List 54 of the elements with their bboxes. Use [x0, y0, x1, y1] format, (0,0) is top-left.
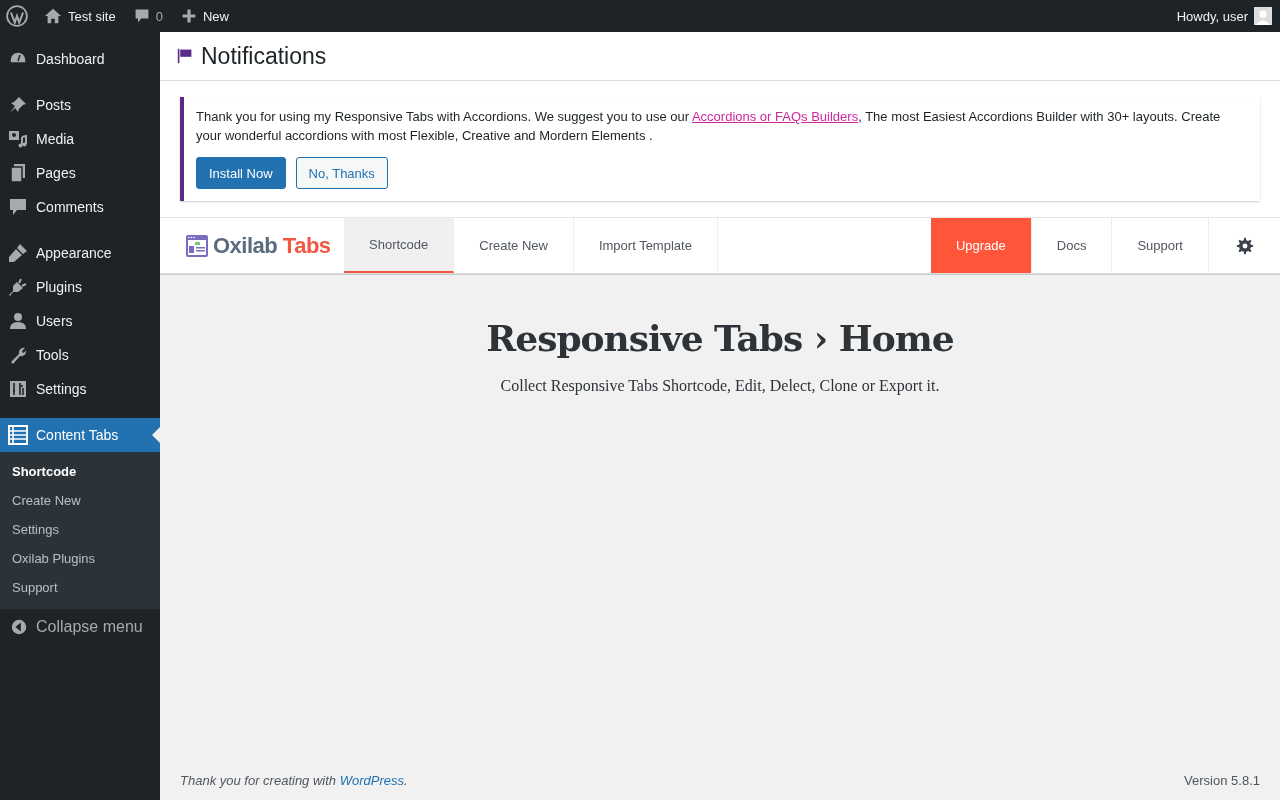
wordpress-logo-icon — [6, 5, 28, 27]
user-icon — [8, 311, 28, 331]
wordpress-link[interactable]: WordPress — [339, 773, 404, 788]
sidebar-item[interactable]: Comments — [0, 190, 160, 224]
sidebar-item[interactable]: Appearance — [0, 236, 160, 270]
sidebar-item[interactable]: Plugins — [0, 270, 160, 304]
sidebar-item[interactable]: Media — [0, 122, 160, 156]
nav-tab[interactable]: Create New — [454, 218, 574, 273]
submenu-item[interactable]: Shortcode — [0, 457, 160, 486]
page-description: Collect Responsive Tabs Shortcode, Edit, Delect, Clone or Export it. — [499, 377, 941, 395]
table-list-icon — [8, 425, 28, 445]
nav-tab[interactable]: Shortcode — [344, 218, 455, 273]
speech-bubble-icon — [133, 8, 150, 24]
submenu-item[interactable]: Create New — [0, 486, 160, 515]
home-icon — [44, 7, 62, 25]
sidebar-item[interactable]: Content Tabs — [0, 418, 160, 452]
plug-icon — [8, 277, 28, 297]
nav-tab[interactable]: Support — [1112, 218, 1209, 273]
nav-tab[interactable]: Import Template — [573, 218, 718, 273]
new-content-link[interactable]: New — [202, 8, 229, 24]
sidebar-item[interactable]: Settings — [0, 372, 160, 406]
flag-icon — [177, 47, 193, 65]
notice-message: Thank you for using my Responsive Tabs with Accordions. We suggest you to use our Accordions or FAQs Builders, The most Easiest Accordions Builder with 30+ layouts. Create your wonderful accordions with most Flexible, Creative and Mordern Elements . — [196, 108, 1222, 145]
install-button[interactable]: Install Now — [196, 157, 286, 189]
site-name-link[interactable]: Test site — [68, 8, 116, 24]
user-greeting[interactable]: Howdy, user — [1176, 8, 1248, 24]
page-title: Notifications — [201, 42, 327, 70]
media-icon — [8, 129, 28, 149]
plus-icon — [180, 8, 197, 24]
paintbrush-icon — [8, 243, 28, 263]
sidebar-item[interactable]: Dashboard — [0, 42, 160, 76]
submenu-item[interactable]: Oxilab Plugins — [0, 544, 160, 573]
submenu-item[interactable]: Support — [0, 573, 160, 602]
sidebar-item[interactable]: Posts — [0, 88, 160, 122]
submenu-item[interactable]: Settings — [0, 515, 160, 544]
page-heading: Responsive Tabs › Home — [485, 317, 955, 359]
sliders-icon — [8, 379, 28, 399]
browser-window-icon — [185, 233, 209, 258]
sidebar-item[interactable]: Users — [0, 304, 160, 338]
settings-icon — [1235, 236, 1254, 255]
pages-icon — [8, 163, 28, 183]
comment-count[interactable]: 0 — [155, 8, 163, 24]
version-text: Version 5.8.1 — [1184, 773, 1260, 788]
collapse-menu-button[interactable]: Collapse menu — [0, 609, 160, 645]
speech-bubble-icon — [8, 197, 28, 217]
footer-credit: Thank you for creating with WordPress. — [180, 773, 408, 788]
nav-tab[interactable]: Docs — [1031, 218, 1113, 273]
sidebar-item[interactable]: Tools — [0, 338, 160, 372]
avatar-icon — [1254, 7, 1272, 25]
dismiss-button[interactable]: No, Thanks — [295, 157, 388, 189]
left-triangle-circle-icon — [10, 618, 28, 636]
sidebar-item[interactable]: Pages — [0, 156, 160, 190]
pushpin-icon — [8, 95, 28, 115]
brand-logo-text: Oxilab Tabs — [213, 232, 331, 259]
